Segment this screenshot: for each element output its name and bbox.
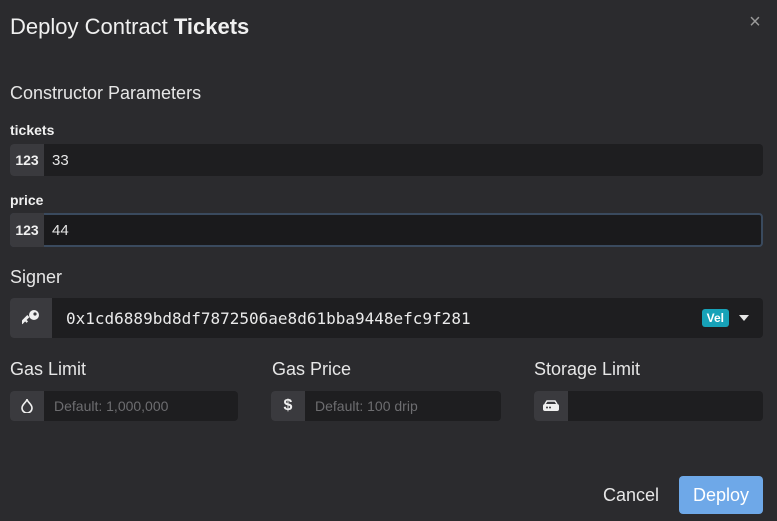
- tickets-input[interactable]: [44, 144, 763, 176]
- gas-limit-label: Gas Limit: [10, 359, 87, 379]
- storage-icon: [534, 391, 568, 421]
- storage-limit-input[interactable]: [568, 391, 763, 421]
- number-type-badge: 123: [10, 144, 44, 176]
- signer-address: 0x1cd6889bd8df7872506ae8d61bba9448efc9f2…: [66, 308, 471, 328]
- deploy-button[interactable]: Deploy: [679, 476, 763, 514]
- storage-limit-label: Storage Limit: [534, 359, 641, 379]
- dialog-title-prefix: Deploy Contract: [10, 14, 168, 39]
- gas-price-label: Gas Price: [272, 359, 352, 379]
- gas-limit-field: [10, 391, 238, 421]
- key-icon: [10, 298, 52, 338]
- dialog-title-contract: Tickets: [173, 14, 250, 39]
- chevron-down-icon[interactable]: [739, 315, 749, 321]
- flame-icon: [10, 391, 44, 421]
- gas-limit-input[interactable]: [44, 391, 238, 421]
- gas-price-field: $: [271, 391, 501, 421]
- param-label-price: price: [10, 192, 44, 208]
- dollar-icon: $: [271, 391, 305, 421]
- signer-badge: Vel: [701, 309, 729, 327]
- dialog-title: Deploy Contract Tickets: [10, 14, 249, 40]
- price-input[interactable]: [44, 215, 761, 245]
- gas-price-input[interactable]: [305, 391, 501, 421]
- cancel-button[interactable]: Cancel: [596, 476, 666, 514]
- param-row-tickets: 123: [10, 144, 763, 176]
- storage-limit-field: [534, 391, 763, 421]
- constructor-parameters-title: Constructor Parameters: [10, 83, 202, 103]
- signer-select[interactable]: 0x1cd6889bd8df7872506ae8d61bba9448efc9f2…: [10, 298, 763, 338]
- close-icon[interactable]: ×: [747, 12, 763, 32]
- param-label-tickets: tickets: [10, 122, 55, 138]
- signer-label: Signer: [10, 267, 63, 287]
- param-row-price: 123: [10, 213, 763, 247]
- number-type-badge: 123: [10, 213, 44, 247]
